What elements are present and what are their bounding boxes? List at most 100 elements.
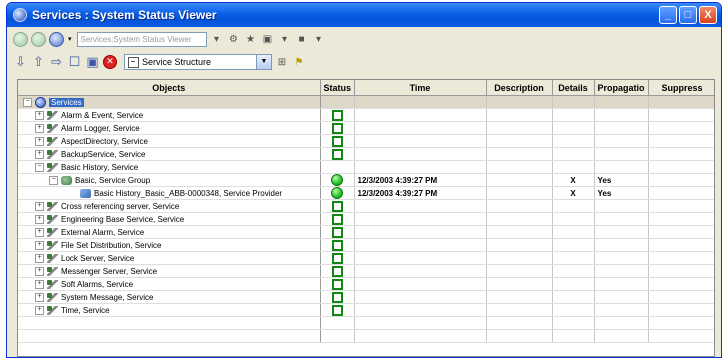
column-header-status[interactable]: Status [320,80,355,96]
table-row[interactable]: + Soft Alarms, Service [18,277,714,291]
expand-icon[interactable]: + [35,253,44,263]
objects-cell[interactable]: + External Alarm, Service [18,225,321,239]
view-icon[interactable]: ▣ [261,32,275,46]
expand-icon[interactable]: + [35,110,44,120]
object-label[interactable]: Soft Alarms, Service [61,280,133,289]
split-view-icon[interactable]: ⊞ [275,55,289,69]
expand-icon[interactable]: + [35,292,44,302]
objects-cell[interactable]: Basic History_Basic_ABB-0000348, Service… [18,186,321,200]
find-icon[interactable]: ⚙ [227,32,241,46]
objects-cell[interactable]: + System Message, Service [18,290,321,304]
objects-cell[interactable]: + Alarm & Event, Service [18,108,321,122]
table-row[interactable]: − Services [18,95,714,109]
collapse-icon[interactable]: − [35,162,44,172]
object-label[interactable]: Basic History_Basic_ABB-0000348, Service… [94,189,282,198]
column-header-propagation[interactable]: Propagatio [594,80,649,96]
objects-cell[interactable]: + File Set Distribution, Service [18,238,321,252]
move-up-icon[interactable]: ⇧ [31,54,46,70]
column-header-objects[interactable]: Objects [18,80,321,96]
column-header-suppress[interactable]: Suppress [648,80,714,96]
collapse-icon[interactable]: − [23,97,32,107]
expand-icon[interactable]: + [35,149,44,159]
close-button[interactable]: X [699,6,717,24]
objects-cell[interactable]: + Alarm Logger, Service [18,121,321,135]
workplace-dropdown-icon[interactable]: ▾ [312,32,326,46]
object-label[interactable]: BackupService, Service [61,150,145,159]
workplace-icon[interactable]: ■ [295,32,309,46]
object-label[interactable]: Cross referencing server, Service [61,202,179,211]
objects-cell[interactable]: + Lock Server, Service [18,251,321,265]
objects-cell[interactable]: − Basic, Service Group [18,173,321,187]
expand-icon[interactable]: + [35,214,44,224]
object-label[interactable]: Messenger Server, Service [61,267,157,276]
object-label[interactable]: Services [49,97,84,107]
table-row[interactable]: + System Message, Service [18,290,714,304]
table-row[interactable]: + BackupService, Service [18,147,714,161]
title-bar[interactable]: Services : System Status Viewer _ □ X [7,3,721,27]
table-row[interactable]: Basic History_Basic_ABB-0000348, Service… [18,186,714,200]
expand-icon[interactable]: + [35,240,44,250]
minimize-button[interactable]: _ [659,6,677,24]
object-label[interactable]: File Set Distribution, Service [61,241,161,250]
table-row[interactable]: + File Set Distribution, Service [18,238,714,252]
expand-icon[interactable]: + [35,305,44,315]
history-dropdown-icon[interactable]: ▾ [68,35,72,43]
properties-icon[interactable]: ▣ [85,54,100,70]
lock-icon[interactable]: ★ [244,32,258,46]
object-path-field[interactable]: Services:System Status Viewer [76,31,207,47]
stop-icon[interactable]: ✕ [103,55,117,69]
path-dropdown-icon[interactable]: ▾ [210,32,224,46]
object-label[interactable]: Basic History, Service [61,163,138,172]
table-row[interactable]: + Messenger Server, Service [18,264,714,278]
collapse-icon[interactable]: − [49,175,58,185]
forward-icon[interactable] [31,31,46,47]
expand-icon[interactable]: + [35,136,44,146]
back-icon[interactable] [13,31,28,47]
table-row[interactable]: + AspectDirectory, Service [18,134,714,148]
view-dropdown-icon[interactable]: ▾ [278,32,292,46]
expand-icon[interactable]: + [35,227,44,237]
object-label[interactable]: System Message, Service [61,293,153,302]
objects-cell[interactable]: − Basic History, Service [18,160,321,174]
object-label[interactable]: Time, Service [61,306,110,315]
objects-cell[interactable]: + Soft Alarms, Service [18,277,321,291]
filter-icon[interactable]: ⚑ [292,55,306,69]
object-label[interactable]: AspectDirectory, Service [61,137,148,146]
object-label[interactable]: Engineering Base Service, Service [61,215,184,224]
move-down-icon[interactable]: ⇩ [13,54,28,70]
objects-cell[interactable]: + Cross referencing server, Service [18,199,321,213]
maximize-button[interactable]: □ [679,6,697,24]
table-row[interactable]: + External Alarm, Service [18,225,714,239]
structure-select[interactable]: Service Structure ▼ [124,54,272,70]
move-right-icon[interactable]: ⇨ [49,54,64,70]
objects-cell[interactable]: − Services [18,95,321,109]
table-row[interactable]: + Engineering Base Service, Service [18,212,714,226]
table-row[interactable]: − Basic History, Service [18,160,714,174]
objects-cell[interactable]: + BackupService, Service [18,147,321,161]
object-label[interactable]: Basic, Service Group [75,176,150,185]
column-header-description[interactable]: Description [486,80,553,96]
table-row[interactable]: + Cross referencing server, Service [18,199,714,213]
column-header-details[interactable]: Details [552,80,595,96]
expand-icon[interactable]: + [35,279,44,289]
objects-cell[interactable]: + Time, Service [18,303,321,317]
table-row[interactable]: + Alarm & Event, Service [18,108,714,122]
expand-icon[interactable]: + [35,266,44,276]
object-label[interactable]: Lock Server, Service [61,254,134,263]
object-label[interactable]: Alarm Logger, Service [61,124,140,133]
table-row[interactable]: − Basic, Service Group 12/3/2003 4:39:27 P… [18,173,714,187]
new-object-icon[interactable]: ☐ [67,54,82,70]
expand-icon[interactable]: + [35,123,44,133]
column-header-time[interactable]: Time [354,80,487,96]
object-label[interactable]: External Alarm, Service [61,228,144,237]
table-row[interactable]: + Alarm Logger, Service [18,121,714,135]
table-row[interactable]: + Lock Server, Service [18,251,714,265]
chevron-down-icon[interactable]: ▼ [256,55,271,69]
table-row[interactable]: + Time, Service [18,303,714,317]
objects-cell[interactable]: + AspectDirectory, Service [18,134,321,148]
objects-cell[interactable]: + Messenger Server, Service [18,264,321,278]
history-globe-icon[interactable] [49,31,64,47]
objects-cell[interactable]: + Engineering Base Service, Service [18,212,321,226]
object-label[interactable]: Alarm & Event, Service [61,111,143,120]
expand-icon[interactable]: + [35,201,44,211]
